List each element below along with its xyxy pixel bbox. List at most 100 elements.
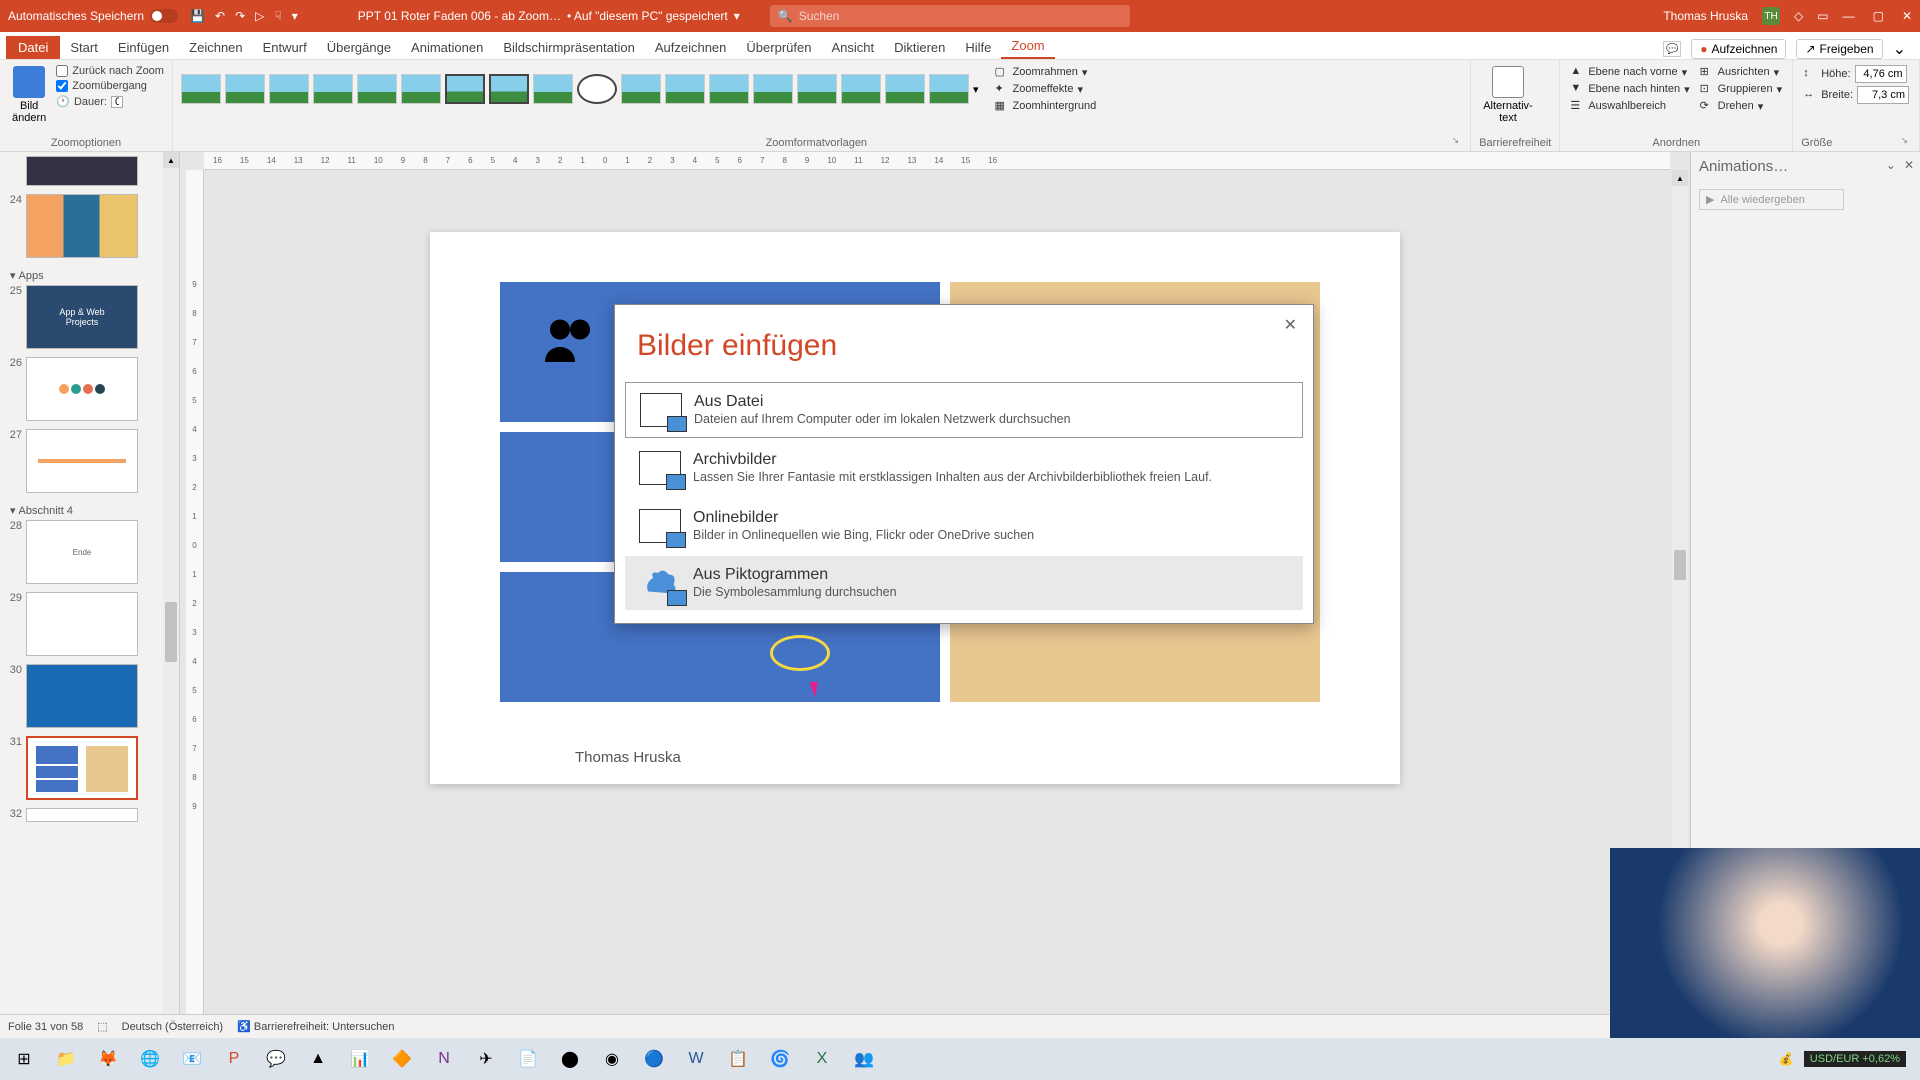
gallery-more-icon[interactable]: ▾	[973, 83, 979, 96]
tab-design[interactable]: Entwurf	[253, 36, 317, 59]
height-input[interactable]	[1855, 65, 1907, 83]
style-thumb[interactable]	[929, 74, 969, 104]
style-thumb[interactable]	[841, 74, 881, 104]
firefox-icon[interactable]: 🦊	[90, 1043, 126, 1075]
style-thumb[interactable]	[357, 74, 397, 104]
obs-icon[interactable]: ⬤	[552, 1043, 588, 1075]
file-explorer-icon[interactable]: 📁	[48, 1043, 84, 1075]
style-thumb[interactable]	[445, 74, 485, 104]
tab-dictate[interactable]: Diktieren	[884, 36, 955, 59]
save-icon[interactable]: 💾	[190, 9, 205, 23]
tab-help[interactable]: Hilfe	[955, 36, 1001, 59]
style-thumb[interactable]	[313, 74, 353, 104]
search-box[interactable]: 🔍 Suchen	[770, 5, 1130, 27]
change-image-button[interactable]: Bild ändern	[8, 64, 50, 126]
slide-thumb-27[interactable]	[26, 429, 138, 493]
style-thumb[interactable]	[709, 74, 749, 104]
align-button[interactable]: ⊞Ausrichten▾	[1698, 64, 1785, 80]
onenote-icon[interactable]: N	[426, 1043, 462, 1075]
app-icon[interactable]: 📋	[720, 1043, 756, 1075]
style-thumb[interactable]	[401, 74, 441, 104]
slide-thumb-29[interactable]	[26, 592, 138, 656]
alt-text-button[interactable]: Alternativ- text	[1479, 64, 1537, 126]
app-icon[interactable]: 🔵	[636, 1043, 672, 1075]
tab-file[interactable]: Datei	[6, 36, 60, 59]
thumbnail-scrollbar[interactable]: ▲ ▼	[163, 152, 179, 1054]
slide-thumb-31[interactable]	[26, 736, 138, 800]
pane-close-icon[interactable]: ✕	[1904, 158, 1914, 172]
group-button[interactable]: ⊡Gruppieren▾	[1698, 81, 1785, 97]
slide-counter[interactable]: Folie 31 von 58	[8, 1021, 83, 1033]
slide-thumb-32[interactable]	[26, 808, 138, 822]
share-button[interactable]: ↗Freigeben	[1796, 39, 1882, 59]
powerpoint-icon[interactable]: P	[216, 1043, 252, 1075]
tab-slideshow[interactable]: Bildschirmpräsentation	[493, 36, 645, 59]
option-stock-images[interactable]: Archivbilder Lassen Sie Ihrer Fantasie m…	[625, 441, 1303, 495]
tab-animations[interactable]: Animationen	[401, 36, 493, 59]
scroll-up-icon[interactable]: ▲	[1672, 170, 1688, 186]
zoom-styles-gallery[interactable]: ▾	[181, 74, 979, 104]
word-icon[interactable]: W	[678, 1043, 714, 1075]
style-thumb[interactable]	[665, 74, 705, 104]
chrome-icon[interactable]: 🌐	[132, 1043, 168, 1075]
currency-widget[interactable]: USD/EUR +0,62%	[1804, 1051, 1906, 1067]
tab-draw[interactable]: Zeichnen	[179, 36, 252, 59]
section-header[interactable]: ▾Abschnitt 4	[6, 501, 173, 520]
style-thumb[interactable]	[489, 74, 529, 104]
slide-thumb-26[interactable]	[26, 357, 138, 421]
selection-pane-button[interactable]: ☰Auswahlbereich	[1568, 98, 1691, 114]
duration-input[interactable]	[111, 96, 123, 108]
scroll-up-icon[interactable]: ▲	[163, 152, 179, 168]
dialog-launcher-icon[interactable]: ↘	[1452, 135, 1463, 149]
vlc-icon[interactable]: ▲	[300, 1043, 336, 1075]
accessibility-check[interactable]: ♿ Barrierefreiheit: Untersuchen	[237, 1020, 394, 1033]
comments-icon[interactable]: 💬	[1663, 41, 1681, 57]
minimize-icon[interactable]: —	[1843, 9, 1855, 23]
zoom-background-button[interactable]: ▦Zoomhintergrund	[993, 98, 1099, 114]
style-thumb[interactable]	[621, 74, 661, 104]
rotate-button[interactable]: ⟳Drehen▾	[1698, 98, 1785, 114]
spellcheck-icon[interactable]: ⬚	[97, 1020, 107, 1033]
close-window-icon[interactable]: ✕	[1902, 9, 1912, 23]
outlook-icon[interactable]: 📧	[174, 1043, 210, 1075]
zoom-effects-button[interactable]: ✦Zoomeffekte▾	[993, 81, 1099, 97]
dialog-close-button[interactable]: ✕	[1278, 313, 1303, 337]
undo-icon[interactable]: ↶	[215, 9, 225, 23]
ribbon-display-icon[interactable]: ▭	[1817, 9, 1828, 23]
from-beginning-icon[interactable]: ▷	[255, 9, 264, 23]
maximize-icon[interactable]: ▢	[1873, 9, 1884, 23]
style-thumb[interactable]	[181, 74, 221, 104]
slide-thumb-23[interactable]	[26, 156, 138, 186]
slide-thumb-30[interactable]	[26, 664, 138, 728]
slide-thumb-25[interactable]: App & Web Projects	[26, 285, 138, 349]
send-backward-button[interactable]: ▼Ebene nach hinten▾	[1568, 81, 1691, 97]
tab-start[interactable]: Start	[60, 36, 107, 59]
style-thumb[interactable]	[753, 74, 793, 104]
style-thumb[interactable]	[577, 74, 617, 104]
style-thumb[interactable]	[885, 74, 925, 104]
app-icon[interactable]: 🔶	[384, 1043, 420, 1075]
zoom-transition-checkbox[interactable]: Zoomübergang	[56, 80, 164, 92]
ribbon-chevron-icon[interactable]: ⌄	[1893, 39, 1906, 59]
excel-icon[interactable]: X	[804, 1043, 840, 1075]
style-thumb[interactable]	[225, 74, 265, 104]
width-input[interactable]	[1857, 86, 1909, 104]
start-button[interactable]: ⊞	[6, 1043, 42, 1075]
teams-icon[interactable]: 👥	[846, 1043, 882, 1075]
style-thumb[interactable]	[269, 74, 309, 104]
option-online-pictures[interactable]: Onlinebilder Bilder in Onlinequellen wie…	[625, 499, 1303, 553]
touch-mode-icon[interactable]: ☟	[274, 9, 281, 23]
style-thumb[interactable]	[797, 74, 837, 104]
slide-thumb-28[interactable]: Ende	[26, 520, 138, 584]
redo-icon[interactable]: ↷	[235, 9, 245, 23]
bring-forward-button[interactable]: ▲Ebene nach vorne▾	[1568, 64, 1691, 80]
tab-transitions[interactable]: Übergänge	[317, 36, 401, 59]
dialog-launcher-icon[interactable]: ↘	[1900, 135, 1911, 149]
pane-chevron-icon[interactable]: ⌄	[1886, 158, 1896, 172]
option-from-icons[interactable]: Aus Piktogrammen Die Symbolesammlung dur…	[625, 556, 1303, 610]
tab-view[interactable]: Ansicht	[821, 36, 884, 59]
tab-record[interactable]: Aufzeichnen	[645, 36, 737, 59]
language-indicator[interactable]: Deutsch (Österreich)	[122, 1021, 223, 1033]
edge-icon[interactable]: 🌀	[762, 1043, 798, 1075]
tab-review[interactable]: Überprüfen	[736, 36, 821, 59]
